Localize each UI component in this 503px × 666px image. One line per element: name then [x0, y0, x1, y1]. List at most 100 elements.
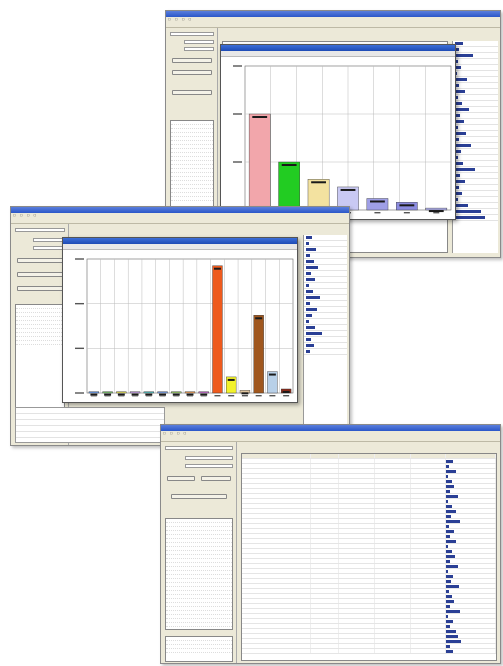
table-cell [446, 469, 496, 473]
menu-item[interactable]: ▢ [184, 431, 187, 435]
options-button[interactable] [172, 70, 212, 75]
inline-bar [446, 535, 451, 538]
options-button[interactable] [17, 272, 63, 277]
table-row[interactable] [242, 649, 496, 654]
tree-view[interactable] [165, 518, 233, 630]
table-cell [411, 619, 447, 623]
table-cell [339, 524, 375, 528]
menu-item[interactable]: ▢ [182, 17, 185, 21]
menu-item[interactable]: ▢ [20, 213, 23, 217]
table-cell [311, 569, 340, 573]
x-tick-label [228, 395, 235, 397]
menu-item[interactable]: ▢ [27, 213, 30, 217]
table-cell [339, 499, 375, 503]
table-cell [446, 514, 496, 518]
bar [143, 391, 154, 394]
menu-item[interactable]: ▢ [34, 213, 37, 217]
table-cell [446, 549, 496, 553]
tree-view-secondary[interactable] [165, 636, 233, 662]
table-cell [339, 549, 375, 553]
filter-field[interactable] [184, 40, 214, 44]
table-cell [375, 629, 411, 633]
table-cell [339, 589, 375, 593]
table-cell [311, 499, 340, 503]
chart-window-2 [62, 237, 298, 403]
table-cell [411, 504, 447, 508]
menu-item[interactable]: ▢ [163, 431, 166, 435]
table-cell [311, 549, 340, 553]
table-cell [411, 529, 447, 533]
table-cell [375, 594, 411, 598]
grid-row[interactable] [304, 349, 347, 355]
table-cell [411, 594, 447, 598]
filter-field[interactable] [165, 446, 233, 450]
filter-field[interactable] [33, 246, 65, 250]
table-cell [339, 554, 375, 558]
menu-item[interactable]: ▢ [170, 431, 173, 435]
tree-node[interactable] [16, 341, 64, 345]
bar [425, 207, 448, 211]
chart-window-1 [220, 44, 456, 220]
table-cell [339, 604, 375, 608]
window-middle-bottom-grid[interactable] [15, 407, 165, 443]
grid-row[interactable] [16, 432, 164, 438]
table-cell [411, 524, 447, 528]
table-cell [446, 539, 496, 543]
bar [366, 198, 389, 211]
bar-value-label [252, 116, 268, 118]
options-button[interactable] [172, 90, 212, 95]
filter-field[interactable] [33, 238, 65, 242]
table-cell [311, 474, 340, 478]
grid-row[interactable] [453, 215, 498, 221]
tree-node[interactable] [166, 649, 232, 653]
inline-bar [446, 480, 452, 483]
x-tick-label [132, 395, 139, 397]
options-button[interactable] [172, 58, 212, 63]
menu-item[interactable]: ▢ [177, 431, 180, 435]
options-button[interactable] [17, 286, 63, 291]
table-cell [339, 574, 375, 578]
table-cell [339, 464, 375, 468]
filter-field[interactable] [185, 456, 233, 460]
filter-field[interactable] [170, 32, 214, 36]
menu-item[interactable]: ▢ [189, 17, 192, 21]
tree-view[interactable] [15, 304, 65, 414]
table-cell [375, 609, 411, 613]
table-cell [411, 469, 447, 473]
table-cell [311, 629, 340, 633]
menu-item[interactable]: ▢ [13, 213, 16, 217]
options-button[interactable] [17, 258, 63, 263]
table-cell [375, 524, 411, 528]
menu-item[interactable]: ▢ [168, 17, 171, 21]
table-cell [242, 579, 312, 583]
table-cell [311, 469, 340, 473]
bar [184, 391, 196, 394]
window-bottom-results-grid[interactable] [241, 453, 497, 661]
table-cell [446, 604, 496, 608]
filter-field[interactable] [185, 464, 233, 468]
inline-bar [446, 630, 456, 633]
options-button[interactable] [167, 476, 195, 481]
x-tick-label [145, 395, 152, 397]
table-cell [242, 649, 312, 653]
tree-node[interactable] [166, 623, 232, 627]
tree-node[interactable] [171, 197, 213, 201]
options-button[interactable] [171, 494, 227, 499]
filter-field[interactable] [15, 228, 65, 232]
table-cell [311, 559, 340, 563]
table-cell [375, 454, 411, 458]
window-bottom: ▢ ▢ ▢ ▢ [160, 424, 501, 664]
bar [102, 391, 113, 394]
table-cell [339, 634, 375, 638]
inline-bar [446, 620, 454, 623]
inline-bar [446, 525, 450, 528]
bar-value-label [281, 164, 297, 166]
options-button[interactable] [201, 476, 231, 481]
filter-field[interactable] [184, 47, 214, 51]
table-cell [446, 524, 496, 528]
table-cell [446, 644, 496, 648]
inline-bar [446, 590, 450, 593]
menu-item[interactable]: ▢ [175, 17, 178, 21]
table-cell [242, 599, 312, 603]
table-cell [375, 459, 411, 463]
